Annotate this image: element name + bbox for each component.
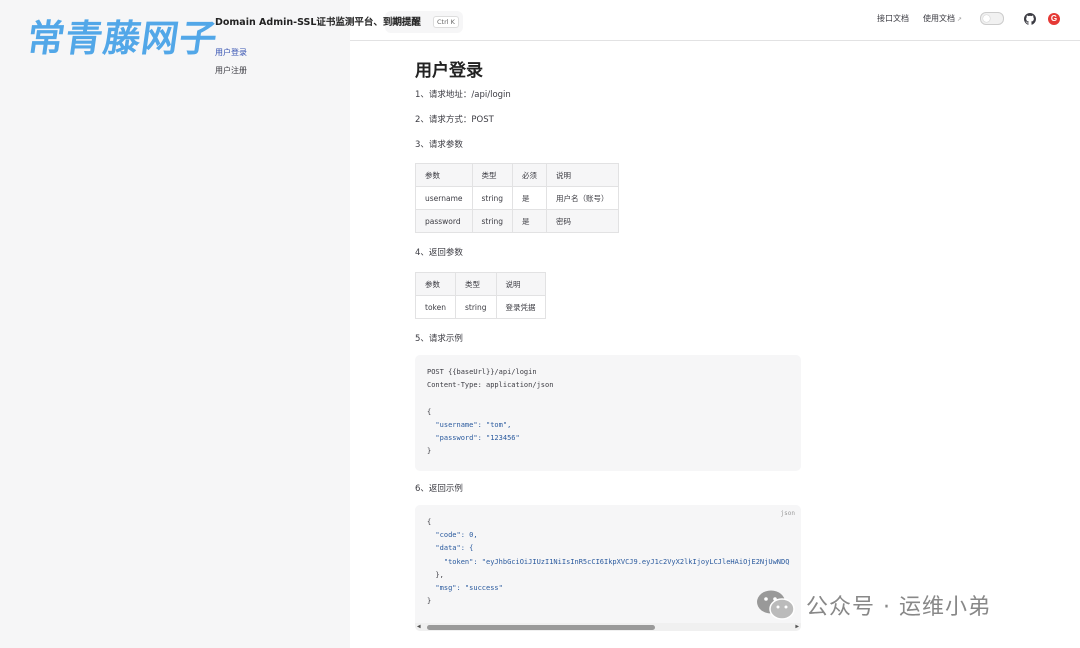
table-header-cell: 参数 xyxy=(415,272,456,296)
page-title: 用户登录 xyxy=(415,61,483,81)
table-cell: 登录凭据 xyxy=(495,295,546,319)
watermark-account-name: 公众号 · 运维小弟 xyxy=(806,595,991,620)
request-example-code: POST {{baseUrl}}/api/login Content-Type:… xyxy=(415,355,801,471)
gitee-icon[interactable]: G xyxy=(1048,12,1060,25)
table-row: password string 是 密码 xyxy=(415,209,619,233)
table-row: username string 是 用户名（账号） xyxy=(415,186,619,210)
nav-link-usage-docs[interactable]: 使用文档 ↗ xyxy=(923,13,962,24)
code-line: "code": 0, xyxy=(427,531,478,540)
code-line: POST {{baseUrl}}/api/login xyxy=(427,368,537,376)
table-row: token string 登录凭据 xyxy=(415,295,546,319)
nav-link-api-docs[interactable]: 接口文档 xyxy=(877,13,909,24)
code-lines: POST {{baseUrl}}/api/login Content-Type:… xyxy=(415,355,801,469)
code-line: "password": "123456" xyxy=(427,434,520,443)
github-icon[interactable] xyxy=(1024,12,1036,25)
response-params-table: 参数 类型 说明 token string 登录凭据 xyxy=(415,272,546,319)
table-cell: token xyxy=(415,295,456,319)
sidebar: 用户登录 用户注册 xyxy=(0,0,350,648)
table-header-cell: 参数 xyxy=(415,163,473,187)
table-cell: 是 xyxy=(512,209,548,233)
request-url: 1、请求地址：/api/login xyxy=(415,90,511,100)
table-header-cell: 类型 xyxy=(471,163,514,187)
code-line: }, xyxy=(427,570,444,579)
request-params-heading: 3、请求参数 xyxy=(415,140,463,150)
scroll-left-icon[interactable]: ◀ xyxy=(417,623,421,631)
response-example-heading: 6、返回示例 xyxy=(415,484,463,494)
doc-content: 用户登录 1、请求地址：/api/login 2、请求方式：POST 3、请求参… xyxy=(415,56,801,631)
site-title[interactable]: Domain Admin-SSL证书监测平台、到期提醒 xyxy=(215,14,421,28)
scrollbar-thumb[interactable] xyxy=(427,625,655,630)
response-params-heading: 4、返回参数 xyxy=(415,248,463,258)
request-method: 2、请求方式：POST xyxy=(415,115,494,125)
table-cell: string xyxy=(471,186,514,210)
table-cell: 密码 xyxy=(546,209,619,233)
code-line: } xyxy=(427,597,432,606)
search-shortcut: Ctrl K xyxy=(433,16,459,28)
code-line: "token": "eyJhbGciOiJIUzI1NiIsInR5cCI6Ik… xyxy=(427,557,790,566)
top-navbar: 搜索文档 Ctrl K 接口文档 使用文档 ↗ G xyxy=(350,0,1080,41)
table-cell: string xyxy=(454,295,497,319)
code-line: "data": { xyxy=(427,544,474,553)
response-example-code[interactable]: json { "code": 0, "data": { "token": "ey… xyxy=(415,505,801,631)
table-cell: string xyxy=(471,209,514,233)
table-cell: 是 xyxy=(512,186,548,210)
table-cell: 用户名（账号） xyxy=(546,186,619,210)
table-cell: password xyxy=(415,209,473,233)
nav-link-usage-docs-label: 使用文档 xyxy=(922,14,955,23)
table-header-cell: 必须 xyxy=(512,163,548,187)
sidebar-item-user-register[interactable]: 用户注册 xyxy=(215,65,247,83)
table-header-row: 参数 类型 必须 说明 xyxy=(415,163,619,187)
code-line: } xyxy=(427,447,432,456)
code-line: { xyxy=(427,407,432,416)
scroll-right-icon[interactable]: ▶ xyxy=(795,623,799,631)
sidebar-item-user-login[interactable]: 用户登录 xyxy=(215,47,247,65)
theme-toggle[interactable] xyxy=(980,12,1004,25)
table-header-row: 参数 类型 说明 xyxy=(415,272,546,296)
code-lines: { "code": 0, "data": { "token": "eyJhbGc… xyxy=(415,505,801,619)
table-header-cell: 说明 xyxy=(546,163,619,187)
code-line: { xyxy=(427,518,432,526)
table-cell: username xyxy=(415,186,473,210)
code-line: Content-Type: application/json xyxy=(427,381,554,390)
table-header-cell: 说明 xyxy=(495,272,546,296)
code-line: "username": "tom", xyxy=(427,420,512,429)
code-line: "msg": "success" xyxy=(427,584,503,593)
top-links: 接口文档 使用文档 ↗ G xyxy=(877,12,1060,25)
code-language-label: json xyxy=(780,510,795,517)
sidebar-nav: 用户登录 用户注册 xyxy=(215,47,247,83)
request-params-table: 参数 类型 必须 说明 username string 是 用户名（账号） pa… xyxy=(415,163,619,233)
table-header-cell: 类型 xyxy=(454,272,497,296)
horizontal-scrollbar[interactable]: ◀ ▶ xyxy=(415,623,801,631)
external-link-icon: ↗ xyxy=(956,16,962,23)
request-example-heading: 5、请求示例 xyxy=(415,334,463,344)
